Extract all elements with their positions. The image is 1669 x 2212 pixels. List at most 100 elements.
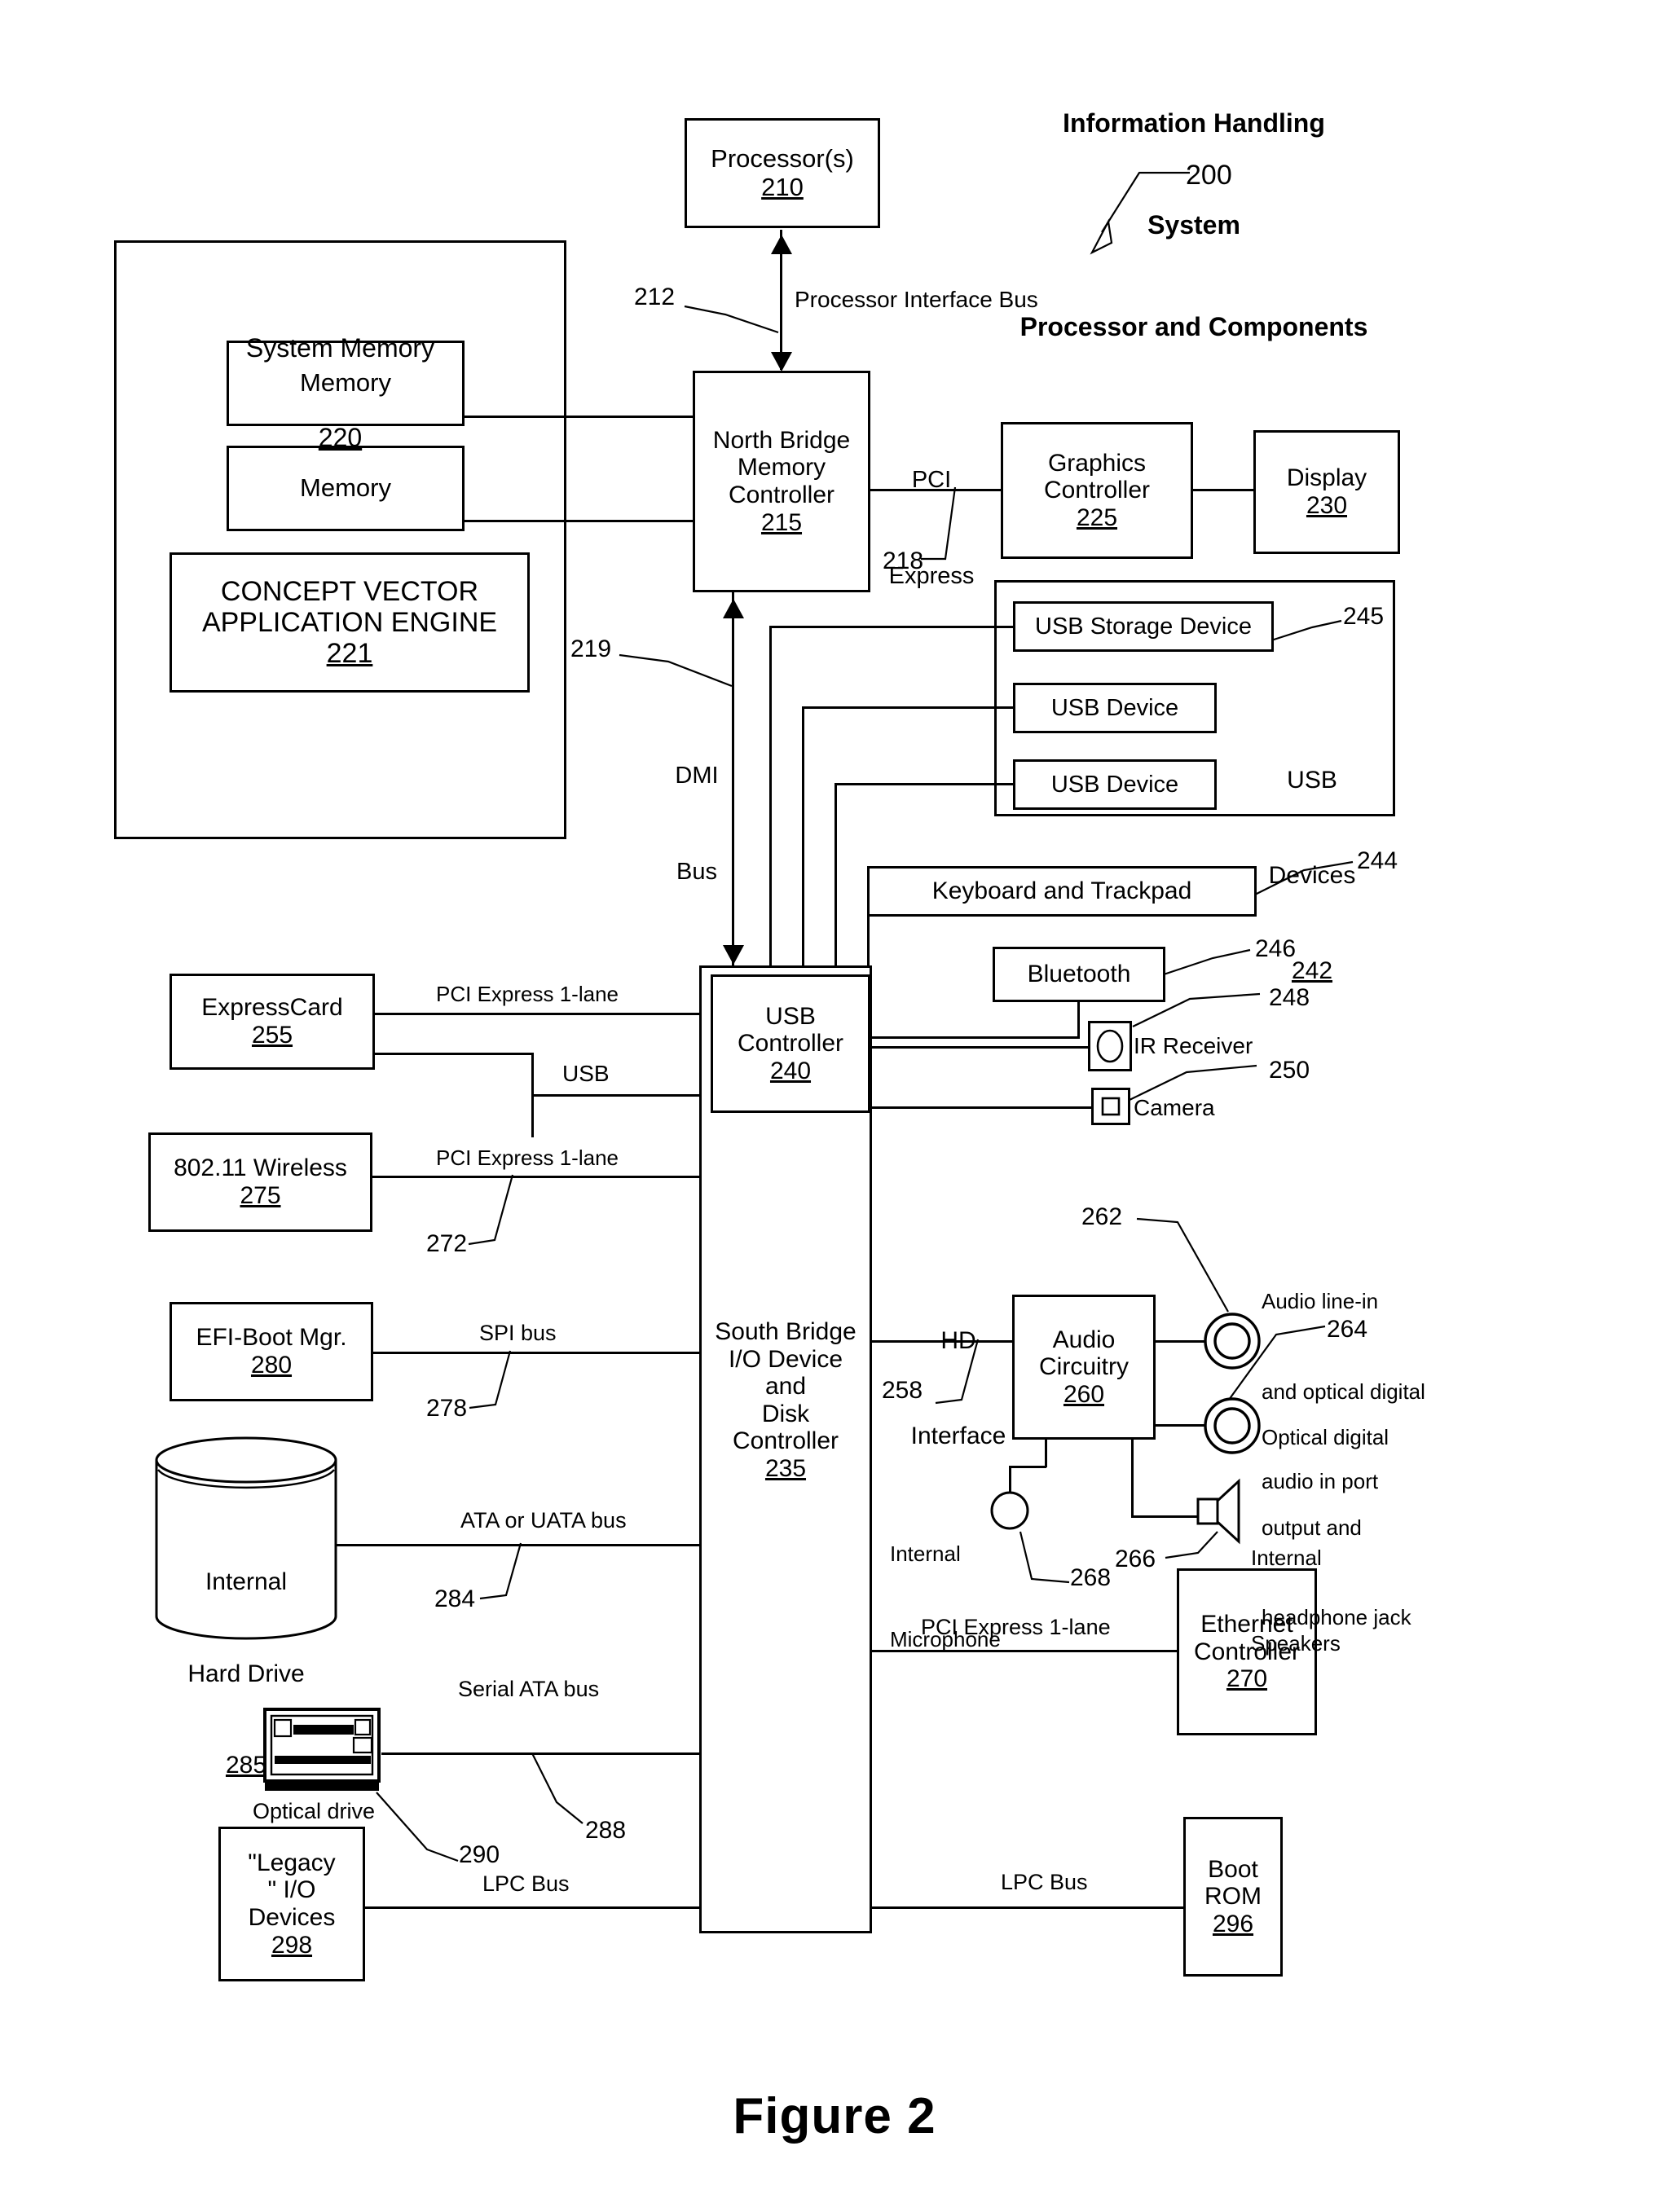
hard-drive-label: Internal Hard Drive 285 <box>152 1506 341 1842</box>
efi-number: 280 <box>250 1352 293 1379</box>
figure-title: Information Handling System Processor an… <box>1002 39 1385 412</box>
internal-speakers-label: Internal Speakers <box>1251 1487 1341 1716</box>
hard-drive-line1: Internal <box>205 1568 288 1595</box>
efi-label: EFI-Boot Mgr. <box>196 1324 347 1352</box>
graphics-to-display-line <box>1193 489 1253 491</box>
audio-in-line1: Audio line-in <box>1262 1288 1379 1313</box>
ref-262: 262 <box>1081 1203 1123 1230</box>
north-bridge-number: 215 <box>760 508 803 536</box>
block-ir-receiver-icon[interactable] <box>1088 1021 1132 1071</box>
dmi-line2: Bus <box>676 858 717 885</box>
graphics-line2: Controller <box>1043 477 1151 504</box>
block-bluetooth[interactable]: Bluetooth <box>993 947 1165 1002</box>
block-usb-controller[interactable]: USB Controller 240 <box>711 974 870 1113</box>
audio-to-speaker-line-a <box>1131 1440 1134 1517</box>
boot-rom-line2: ROM <box>1204 1883 1262 1911</box>
north-bridge-line2: Memory <box>737 454 826 482</box>
north-bridge-line3: Controller <box>728 482 835 508</box>
ref-266: 266 <box>1115 1546 1156 1572</box>
south-bridge-line2: I/O Device <box>728 1345 843 1373</box>
cvae-number: 221 <box>326 638 373 670</box>
block-audio-circuitry[interactable]: Audio Circuitry 260 <box>1012 1295 1156 1440</box>
figure-title-line1: Information Handling <box>1063 108 1325 139</box>
usb-feed-line-2 <box>802 707 804 965</box>
south-bridge-number: 235 <box>764 1454 807 1482</box>
ref-290: 290 <box>459 1841 500 1868</box>
usb-devices-line1: USB <box>1287 767 1337 794</box>
processor-interface-bus-label: Processor Interface Bus <box>795 287 1038 312</box>
processor-bus-arrow-down <box>771 352 792 372</box>
usb-controller-number: 240 <box>769 1057 812 1084</box>
camera-label: Camera <box>1134 1095 1215 1120</box>
block-graphics-controller[interactable]: Graphics Controller 225 <box>1001 422 1193 559</box>
block-expresscard[interactable]: ExpressCard 255 <box>170 974 375 1070</box>
legacy-io-line1: "Legacy <box>248 1849 336 1876</box>
ref-278-leader <box>469 1350 512 1409</box>
camera-connector <box>867 1106 1092 1109</box>
system-memory-title: System Memory <box>245 332 435 363</box>
ref-272: 272 <box>426 1230 468 1257</box>
pci-express-line1: PCI <box>911 467 952 494</box>
ref-258: 258 <box>882 1377 923 1404</box>
legacy-io-line2: " I/O <box>267 1876 316 1904</box>
south-bridge-line5: Controller <box>732 1427 839 1455</box>
block-efi-boot-mgr[interactable]: EFI-Boot Mgr. 280 <box>170 1302 373 1401</box>
display-label: Display <box>1286 464 1367 492</box>
internal-speakers-line2: Speakers <box>1251 1631 1341 1656</box>
ref-246: 246 <box>1255 935 1297 962</box>
optical-digital-output-jack-icon[interactable] <box>1201 1395 1263 1457</box>
hard-drive-line2: Hard Drive <box>187 1660 305 1687</box>
audio-number: 260 <box>1063 1380 1105 1408</box>
audio-to-speaker-line-b <box>1131 1515 1200 1518</box>
bluetooth-down-line <box>1077 1002 1080 1038</box>
block-concept-vector-application-engine[interactable]: CONCEPT VECTOR APPLICATION ENGINE 221 <box>170 552 530 693</box>
ref-288: 288 <box>585 1817 627 1844</box>
expresscard-usb-line-c <box>531 1094 701 1097</box>
block-usb-storage-device[interactable]: USB Storage Device <box>1013 601 1274 652</box>
usb-device-1-label: USB Device <box>1050 694 1179 721</box>
figure-title-line3: Processor and Components <box>1019 311 1368 341</box>
dmi-line1: DMI <box>675 763 719 789</box>
optical-drive-label: Optical drive <box>253 1799 376 1823</box>
south-bridge-line4: Disk <box>761 1400 810 1427</box>
pci-express-bus-label: PCI Express <box>870 401 993 656</box>
internal-speakers-icon[interactable] <box>1195 1476 1245 1546</box>
expresscard-usb-line-a <box>375 1053 534 1055</box>
ref-219: 219 <box>570 635 612 662</box>
usb-controller-line2: Controller <box>737 1030 844 1058</box>
block-north-bridge[interactable]: North Bridge Memory Controller 215 <box>693 371 870 592</box>
block-usb-device-2[interactable]: USB Device <box>1013 759 1217 810</box>
ir-receiver-connector <box>867 1046 1089 1049</box>
usb-bus-label: USB <box>562 1061 610 1086</box>
usb-feed-line-1 <box>769 627 772 965</box>
south-bridge-line3: and <box>764 1373 807 1401</box>
cvae-label-line1: CONCEPT VECTOR <box>220 575 479 607</box>
figure-caption: Figure 2 <box>733 2088 936 2144</box>
north-bridge-line1: North Bridge <box>712 426 851 454</box>
south-bridge-line1: South Bridge <box>715 1318 857 1345</box>
ref-284-leader <box>479 1542 522 1600</box>
bluetooth-label: Bluetooth <box>1027 961 1131 988</box>
ref-264: 264 <box>1327 1316 1368 1343</box>
pcie-1lane-ethernet-label: PCI Express 1-lane <box>921 1615 1111 1639</box>
block-boot-rom[interactable]: Boot ROM 296 <box>1183 1817 1283 1977</box>
block-keyboard-and-trackpad[interactable]: Keyboard and Trackpad <box>867 866 1257 917</box>
block-display[interactable]: Display 230 <box>1253 430 1400 554</box>
expresscard-number: 255 <box>251 1022 293 1049</box>
block-processor[interactable]: Processor(s) 210 <box>685 118 880 228</box>
hard-drive-number: 285 <box>225 1752 267 1779</box>
block-legacy-io-devices[interactable]: "Legacy " I/O Devices 298 <box>218 1827 365 1981</box>
block-usb-device-1[interactable]: USB Device <box>1013 683 1217 733</box>
boot-rom-number: 296 <box>1212 1910 1254 1937</box>
block-802-11-wireless[interactable]: 802.11 Wireless 275 <box>148 1132 372 1232</box>
ir-receiver-lens-icon <box>1096 1029 1124 1063</box>
ref-278: 278 <box>426 1395 468 1422</box>
block-camera-icon[interactable] <box>1091 1088 1130 1125</box>
keyboard-label: Keyboard and Trackpad <box>931 877 1192 905</box>
usb-device-2-label: USB Device <box>1050 771 1179 798</box>
audio-line-in-jack-icon[interactable] <box>1201 1310 1263 1372</box>
ref-218: 218 <box>883 548 924 574</box>
spi-bus-label: SPI bus <box>479 1321 557 1345</box>
block-processor-number: 210 <box>761 172 804 201</box>
system-memory-number: 220 <box>318 422 363 452</box>
